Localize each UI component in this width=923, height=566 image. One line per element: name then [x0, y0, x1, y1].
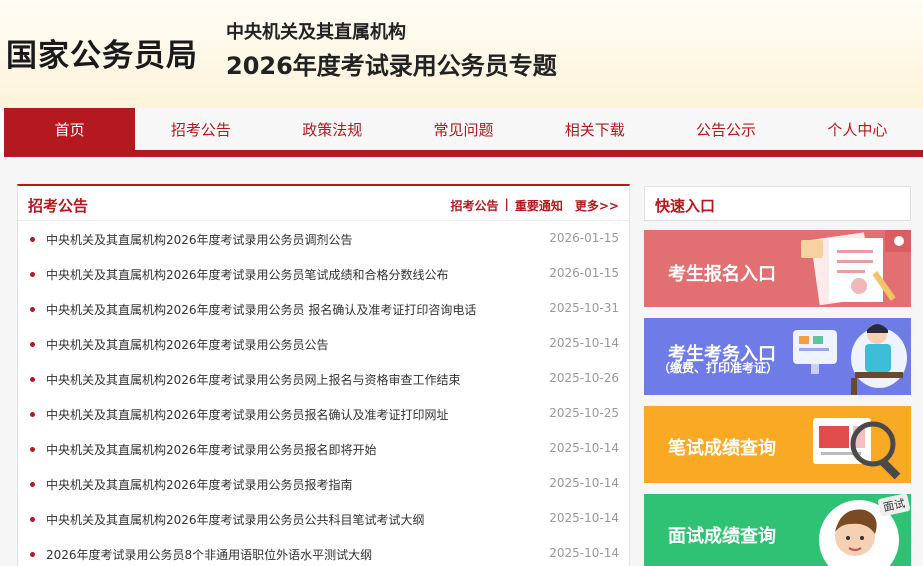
site-header: 国家公务员局 中央机关及其直属机构 2026年度考试录用公务员专题 — [0, 0, 923, 108]
documents-icon — [801, 230, 911, 306]
written-score-query-button[interactable]: 笔试成绩查询 — [644, 406, 911, 483]
exam-affairs-entry-button[interactable]: 考生考务入口 （缴费、打印准考证） — [644, 318, 911, 395]
notice-panel-links: 招考公告 | 重要通知 更多>> — [450, 197, 619, 214]
bullet-icon — [30, 307, 35, 312]
list-item-title[interactable]: 中央机关及其直属机构2026年度考试录用公务员报名即将开始 — [46, 441, 377, 458]
list-item-date: 2025-10-14 — [549, 546, 619, 560]
bullet-icon — [30, 272, 35, 277]
header-title: 2026年度考试录用公务员专题 — [226, 52, 557, 80]
list-item: 中央机关及其直属机构2026年度考试录用公务员报名确认及准考证打印网址 2025-… — [18, 397, 629, 432]
list-item: 中央机关及其直属机构2026年度考试录用公务员报考指南 2025-10-14 — [18, 467, 629, 502]
bullet-icon — [30, 342, 35, 347]
list-item-date: 2025-10-14 — [549, 336, 619, 350]
notice-list: 中央机关及其直属机构2026年度考试录用公务员调剂公告 2026-01-15 中央… — [18, 222, 629, 566]
notice-panel: 招考公告 招考公告 | 重要通知 更多>> 中央机关及其直属机构2026年度考试… — [17, 184, 630, 566]
list-item-date: 2025-10-31 — [549, 301, 619, 315]
site-logo[interactable]: 国家公务员局 — [6, 30, 198, 75]
quick-entry-title: 快速入口 — [655, 197, 716, 215]
panel-divider — [18, 220, 629, 221]
nav-item-personal[interactable]: 个人中心 — [792, 108, 923, 150]
list-item-date: 2025-10-14 — [549, 511, 619, 525]
quick-entry-header: 快速入口 — [644, 186, 911, 221]
bullet-icon — [30, 447, 35, 452]
list-item-title[interactable]: 中央机关及其直属机构2026年度考试录用公务员笔试成绩和合格分数线公布 — [46, 266, 449, 283]
computer-user-icon — [793, 324, 907, 395]
bullet-icon — [30, 412, 35, 417]
card-label: 考生报名入口 — [668, 264, 776, 285]
bullet-icon — [30, 237, 35, 242]
list-item: 中央机关及其直属机构2026年度考试录用公务员 报名确认及准考证打印咨询电话 20… — [18, 292, 629, 327]
nav-item-recruitment[interactable]: 招考公告 — [135, 108, 266, 150]
nav-item-downloads[interactable]: 相关下载 — [529, 108, 660, 150]
nav-item-announcements[interactable]: 公告公示 — [660, 108, 791, 150]
score-report-icon — [813, 418, 901, 480]
list-item: 2026年度考试录用公务员8个非通用语职位外语水平测试大纲 2025-10-14 — [18, 537, 629, 566]
main-nav: 首页 招考公告 政策法规 常见问题 相关下载 公告公示 个人中心 — [4, 108, 923, 150]
card-label: 笔试成绩查询 — [668, 438, 776, 459]
list-item: 中央机关及其直属机构2026年度考试录用公务员调剂公告 2026-01-15 — [18, 222, 629, 257]
list-item-date: 2025-10-14 — [549, 476, 619, 490]
list-item-title[interactable]: 中央机关及其直属机构2026年度考试录用公务员 报名确认及准考证打印咨询电话 — [46, 301, 476, 318]
card-label: 面试成绩查询 — [668, 526, 776, 547]
list-item: 中央机关及其直属机构2026年度考试录用公务员笔试成绩和合格分数线公布 2026-… — [18, 257, 629, 292]
list-item-title[interactable]: 中央机关及其直属机构2026年度考试录用公务员调剂公告 — [46, 231, 353, 248]
list-item-date: 2025-10-25 — [549, 406, 619, 420]
nav-item-policy[interactable]: 政策法规 — [267, 108, 398, 150]
list-item-date: 2026-01-15 — [549, 231, 619, 245]
tab-important-notices[interactable]: 重要通知 — [515, 197, 563, 214]
list-item-date: 2026-01-15 — [549, 266, 619, 280]
list-item-date: 2025-10-14 — [549, 441, 619, 455]
bullet-icon — [30, 517, 35, 522]
nav-divider — [4, 150, 923, 157]
interview-score-query-button[interactable]: 面试成绩查询 面试 — [644, 494, 911, 566]
nav-item-faq[interactable]: 常见问题 — [398, 108, 529, 150]
list-item-title[interactable]: 中央机关及其直属机构2026年度考试录用公务员公告 — [46, 336, 329, 353]
list-item-title[interactable]: 中央机关及其直属机构2026年度考试录用公务员网上报名与资格审查工作结束 — [46, 371, 461, 388]
bullet-icon — [30, 552, 35, 557]
list-item-title[interactable]: 中央机关及其直属机构2026年度考试录用公务员报考指南 — [46, 476, 353, 493]
tab-recruitment-notices[interactable]: 招考公告 — [450, 197, 498, 214]
list-item-date: 2025-10-26 — [549, 371, 619, 385]
card-note: （缴费、打印准考证） — [658, 361, 779, 375]
registration-entry-button[interactable]: 考生报名入口 — [644, 230, 911, 307]
nav-item-home[interactable]: 首页 — [4, 108, 136, 150]
list-item: 中央机关及其直属机构2026年度考试录用公务员报名即将开始 2025-10-14 — [18, 432, 629, 467]
bullet-icon — [30, 377, 35, 382]
list-item-title[interactable]: 中央机关及其直属机构2026年度考试录用公务员公共科目笔试考试大纲 — [46, 511, 425, 528]
list-item: 中央机关及其直属机构2026年度考试录用公务员网上报名与资格审查工作结束 2025… — [18, 362, 629, 397]
list-item-title[interactable]: 中央机关及其直属机构2026年度考试录用公务员报名确认及准考证打印网址 — [46, 406, 449, 423]
more-link[interactable]: 更多>> — [575, 197, 619, 214]
bullet-icon — [30, 482, 35, 487]
list-item: 中央机关及其直属机构2026年度考试录用公务员公共科目笔试考试大纲 2025-10… — [18, 502, 629, 537]
notice-panel-title: 招考公告 — [28, 197, 89, 215]
list-item-title[interactable]: 2026年度考试录用公务员8个非通用语职位外语水平测试大纲 — [46, 546, 372, 563]
list-item: 中央机关及其直属机构2026年度考试录用公务员公告 2025-10-14 — [18, 327, 629, 362]
link-separator: | — [504, 197, 509, 211]
header-subtitle: 中央机关及其直属机构 — [226, 22, 406, 43]
